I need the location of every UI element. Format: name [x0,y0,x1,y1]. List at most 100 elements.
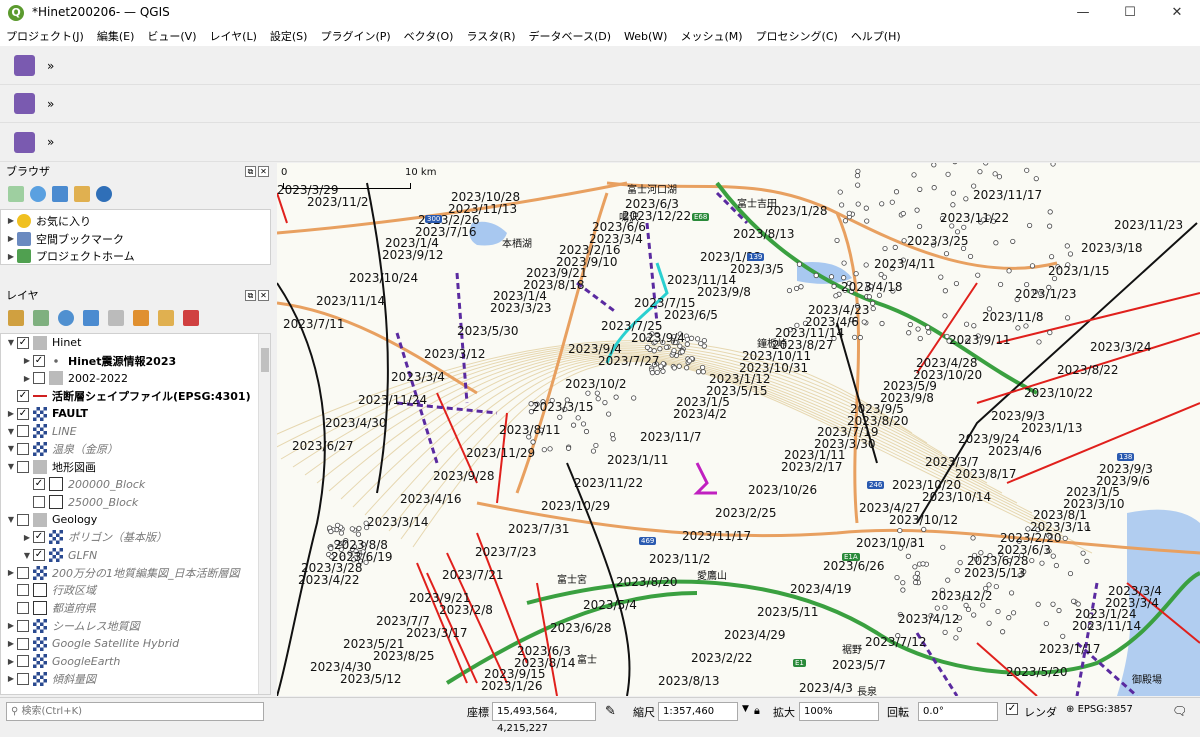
expand-arrow-icon[interactable]: ▶ [5,639,17,648]
menu-item-1[interactable]: 編集(E) [97,28,135,44]
layer-visibility-checkbox[interactable] [33,372,45,385]
toolbar-overflow-icon[interactable]: » [47,59,54,73]
layer-item[interactable]: ▶ 2002-2022 [1,369,270,387]
layer-visibility-checkbox[interactable] [17,460,29,473]
menu-item-3[interactable]: レイヤ(L) [209,28,256,44]
toolbar-overflow-icon[interactable]: » [47,97,54,111]
browser-item[interactable]: ▶ プロジェクトホーム [1,247,270,264]
collapse-all-icon[interactable] [74,186,90,202]
layer-visibility-checkbox[interactable]: ✓ [17,407,29,420]
layer-visibility-checkbox[interactable] [17,425,29,438]
layer-item[interactable]: ✓ 200000_Block [1,476,270,494]
layer-item[interactable]: ▼ 地形図画 [1,458,270,476]
expand-arrow-icon[interactable]: ▶ [5,216,17,225]
layer-visibility-checkbox[interactable] [17,584,29,597]
expand-all-icon[interactable] [133,310,149,326]
map-canvas[interactable]: 2023/3/29 2023/1/4 2023/1/4 2023/9/4 2023/1/… [277,163,1200,696]
expand-arrow-icon[interactable]: ▶ [21,533,33,542]
menu-item-8[interactable]: データベース(D) [529,28,612,44]
scrollbar-thumb[interactable] [261,348,269,372]
expand-arrow-icon[interactable]: ▶ [5,657,17,666]
layer-item[interactable]: ▶ ✓ FAULT [1,405,270,423]
menu-item-0[interactable]: プロジェクト(J) [6,28,84,44]
layer-item[interactable]: ✓ 活断層シェイプファイル(EPSG:4301) [1,387,270,405]
expand-arrow-icon[interactable]: ▶ [5,568,17,577]
toolbar-overflow-icon[interactable]: » [47,135,54,149]
layer-item[interactable]: 都道府県 [1,599,270,617]
layer-item[interactable]: ▶ ✓ ポリゴン（基本版） [1,529,270,547]
layer-visibility-checkbox[interactable] [17,637,29,650]
expand-arrow-icon[interactable]: ▶ [5,409,17,418]
filter-icon[interactable] [52,186,68,202]
layer-item[interactable]: ▼ ✓ GLFN [1,546,270,564]
rotation-field[interactable]: 0.0° [918,702,998,721]
menu-item-12[interactable]: ヘルプ(H) [851,28,901,44]
layer-item[interactable]: ▶ 傾斜量図 [1,670,270,688]
menu-item-9[interactable]: Web(W) [624,30,667,43]
coord-field[interactable]: 15,493,564, 4,215,227 [492,702,596,734]
filter-expression-icon[interactable] [108,310,124,326]
layer-visibility-checkbox[interactable]: ✓ [17,389,29,402]
layer-visibility-checkbox[interactable]: ✓ [33,354,45,367]
layer-visibility-checkbox[interactable] [17,619,29,632]
layer-visibility-checkbox[interactable] [17,602,29,615]
layer-visibility-checkbox[interactable]: ✓ [33,478,45,491]
expand-arrow-icon[interactable]: ▶ [21,374,33,383]
layer-item[interactable]: 行政区域 [1,582,270,600]
collapse-arrow-icon[interactable]: ▼ [5,515,17,524]
expand-arrow-icon[interactable]: ▶ [5,621,17,630]
collapse-arrow-icon[interactable]: ▼ [5,444,17,453]
layer-visibility-checkbox[interactable]: ✓ [33,549,45,562]
menu-item-11[interactable]: プロセシング(C) [756,28,838,44]
minimize-button[interactable]: — [1060,0,1106,26]
close-button[interactable]: ✕ [1154,0,1200,26]
float-panel-icon[interactable]: ⧉ [245,166,256,177]
float-panel-icon[interactable]: ⧉ [245,290,256,301]
layer-item[interactable]: ▼ 温泉（金原） [1,440,270,458]
refresh-icon[interactable] [30,186,46,202]
data-source-manager-icon[interactable] [10,89,39,118]
layer-item[interactable]: ▶ Google Satellite Hybrid [1,635,270,653]
layer-item[interactable]: 25000_Block [1,493,270,511]
layer-item[interactable]: ▶ 200万分の1地質編集図_日本活断層図 [1,564,270,582]
visibility-eye-icon[interactable] [58,310,74,326]
expand-arrow-icon[interactable]: ▶ [5,674,17,683]
expand-arrow-icon[interactable]: ▶ [5,252,17,261]
select-icon[interactable] [10,128,39,157]
crs-button[interactable]: ⊕ EPSG:3857 [1066,704,1133,715]
close-panel-icon[interactable]: ✕ [258,166,269,177]
layer-visibility-checkbox[interactable]: ✓ [33,531,45,544]
collapse-arrow-icon[interactable]: ▼ [5,427,17,436]
filter-legend-icon[interactable] [83,310,99,326]
expand-arrow-icon[interactable]: ▶ [5,234,17,243]
search-input[interactable]: ⚲ 検索(Ctrl+K) [6,702,264,721]
menu-item-10[interactable]: メッシュ(M) [680,28,742,44]
layer-visibility-checkbox[interactable] [33,496,45,509]
add-group-icon[interactable] [33,310,49,326]
layer-item[interactable]: ▼ ✓ Hinet [1,334,270,352]
style-panel-icon[interactable] [8,310,24,326]
messages-icon[interactable]: 🗨︎ [1172,704,1187,718]
browser-item[interactable]: ▶ 空間ブックマーク [1,230,270,248]
coord-toggle-icon[interactable]: ✎ [605,704,616,719]
maximize-button[interactable]: ☐ [1107,0,1153,26]
layer-item[interactable]: ▶ GoogleEarth [1,652,270,670]
add-selected-icon[interactable] [8,186,24,202]
collapse-arrow-icon[interactable]: ▼ [5,338,17,347]
render-checkbox[interactable]: ✓ [1006,702,1022,715]
layer-item[interactable]: ▼ Geology [1,511,270,529]
new-project-icon[interactable] [10,51,39,80]
menu-item-5[interactable]: プラグイン(P) [320,28,390,44]
layer-item[interactable]: ▼ LINE [1,422,270,440]
remove-layer-icon[interactable] [183,310,199,326]
lock-icon[interactable]: 🔒︎ [754,704,760,718]
expand-arrow-icon[interactable]: ▶ [21,356,33,365]
layer-visibility-checkbox[interactable]: ✓ [17,336,29,349]
menu-item-6[interactable]: ベクタ(O) [404,28,454,44]
magnify-field[interactable]: 100% [799,702,879,721]
layer-visibility-checkbox[interactable] [17,513,29,526]
menu-item-2[interactable]: ビュー(V) [147,28,196,44]
layer-item[interactable]: ▶ ✓ Hinet震源情報2023 [1,352,270,370]
layer-visibility-checkbox[interactable] [17,442,29,455]
close-panel-icon[interactable]: ✕ [258,290,269,301]
